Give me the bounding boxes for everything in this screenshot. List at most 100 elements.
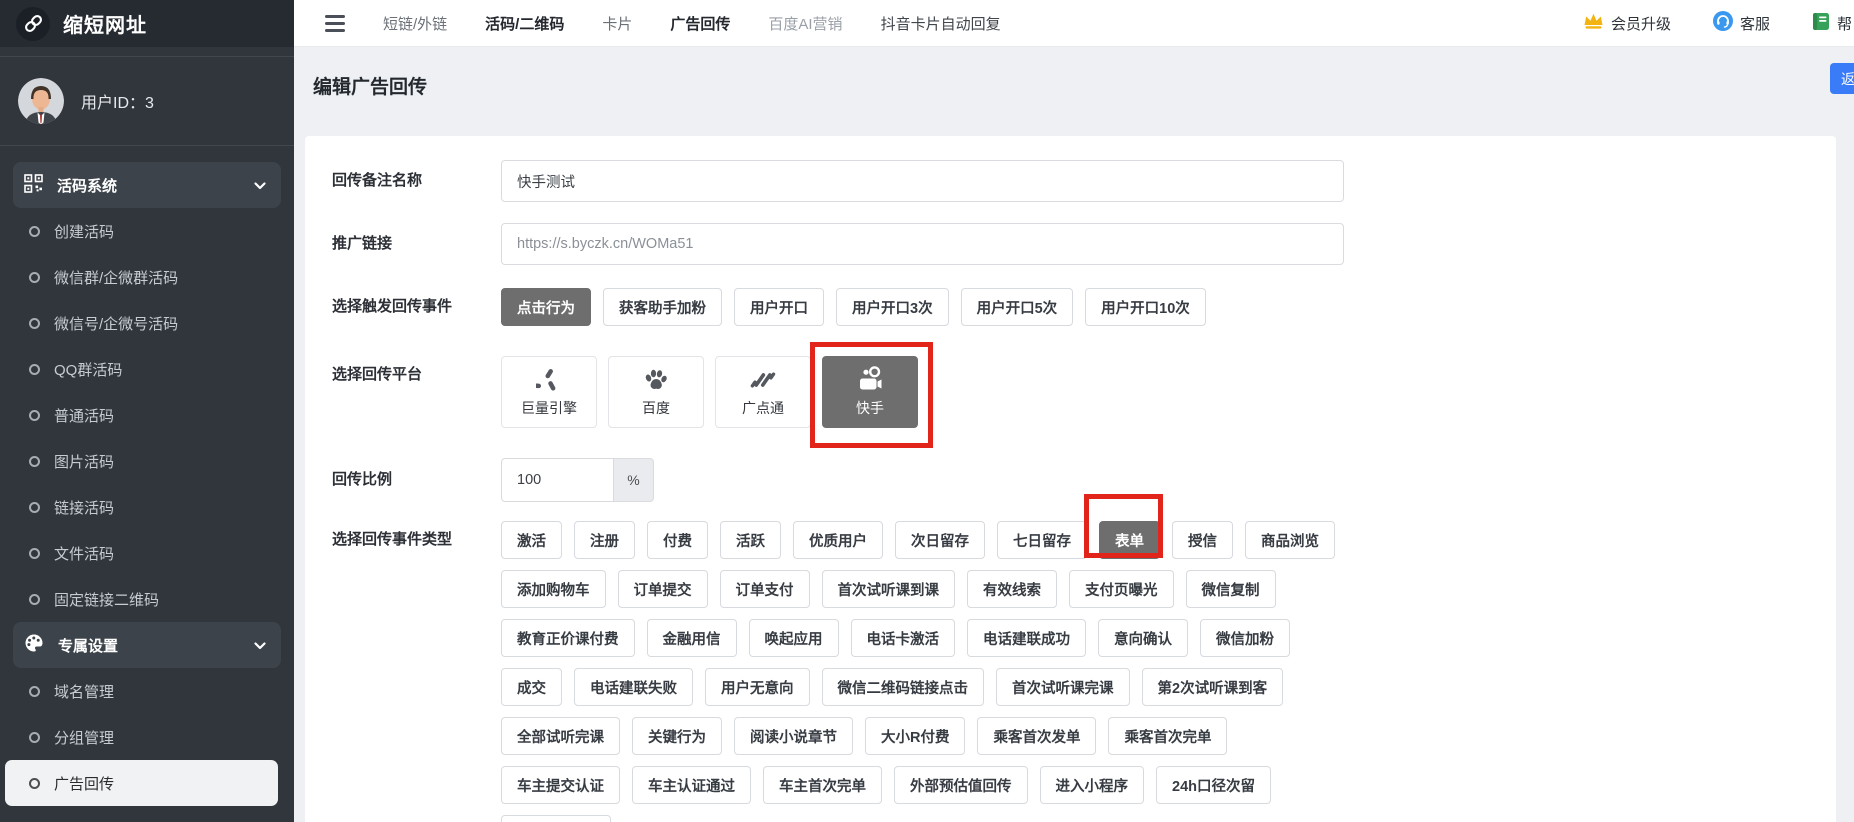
- platform-tile-巨量引擎[interactable]: 巨量引擎: [501, 356, 597, 428]
- topnav-item[interactable]: 卡片: [602, 13, 632, 34]
- event-option-电话建联成功[interactable]: 电话建联成功: [967, 619, 1086, 657]
- sidebar-item-文件活码[interactable]: 文件活码: [0, 530, 294, 576]
- trigger-option-获客助手加粉[interactable]: 获客助手加粉: [603, 288, 722, 326]
- sidebar-item-创建活码[interactable]: 创建活码: [0, 208, 294, 254]
- trigger-option-用户开口5次[interactable]: 用户开口5次: [961, 288, 1074, 326]
- event-option-付费[interactable]: 付费: [647, 521, 708, 559]
- menu-icon[interactable]: [325, 15, 345, 32]
- sidebar-item-留资报表[interactable]: 留资报表: [0, 806, 294, 822]
- topnav-item[interactable]: 抖音卡片自动回复: [881, 13, 1001, 34]
- event-option-阅读小说章节[interactable]: 阅读小说章节: [734, 717, 853, 755]
- event-option-首次试听课到课[interactable]: 首次试听课到课: [822, 570, 956, 608]
- link-icon: [16, 7, 50, 41]
- event-option-订单提交[interactable]: 订单提交: [618, 570, 708, 608]
- bullet-icon: [29, 410, 40, 421]
- event-option-电话建联失败[interactable]: 电话建联失败: [574, 668, 693, 706]
- topnav-item[interactable]: 百度AI营销: [768, 13, 842, 34]
- user-panel: 用户ID：3: [0, 56, 294, 146]
- event-option-激活[interactable]: 激活: [501, 521, 562, 559]
- event-option-有效线索[interactable]: 有效线索: [967, 570, 1057, 608]
- event-option-微信复制[interactable]: 微信复制: [1186, 570, 1276, 608]
- event-option-教育正价课付费[interactable]: 教育正价课付费: [501, 619, 635, 657]
- bullet-icon: [29, 594, 40, 605]
- platform-tile-广点通[interactable]: 广点通: [715, 356, 811, 428]
- event-option-24h口径次留[interactable]: 24h口径次留: [1156, 766, 1271, 804]
- ratio-input[interactable]: [501, 458, 613, 502]
- event-option-乘客首次发单[interactable]: 乘客首次发单: [977, 717, 1096, 755]
- event-option-进入小程序[interactable]: 进入小程序: [1040, 766, 1145, 804]
- event-option-乘客首次完单[interactable]: 乘客首次完单: [1108, 717, 1227, 755]
- event-option-成交[interactable]: 成交: [501, 668, 562, 706]
- percent-addon: %: [613, 458, 654, 502]
- form-card: 回传备注名称 推广链接 选择触发回传事件 点击行为获客助手加粉用户开口用户开口3…: [305, 136, 1836, 822]
- event-option-车主提交认证[interactable]: 车主提交认证: [501, 766, 620, 804]
- app-brand: 缩短网址: [0, 0, 294, 47]
- main-content: 编辑广告回传 返 回传备注名称 推广链接 选择触发回传事件 点击行为获客助手加粉…: [294, 47, 1854, 822]
- topnav-crown-item[interactable]: 会员升级: [1583, 12, 1671, 34]
- event-option-表单[interactable]: 表单: [1099, 521, 1160, 559]
- event-option-唤起应用[interactable]: 唤起应用: [749, 619, 839, 657]
- event-option-订单支付[interactable]: 订单支付: [720, 570, 810, 608]
- event-option-七日留存[interactable]: 七日留存: [997, 521, 1087, 559]
- sidebar-group-活码系统[interactable]: 活码系统: [13, 162, 281, 208]
- topnav-right-label: 帮: [1837, 13, 1852, 34]
- topnav-book-item[interactable]: 帮: [1812, 12, 1852, 35]
- trigger-option-点击行为[interactable]: 点击行为: [501, 288, 591, 326]
- qr-grid-icon: [24, 174, 43, 197]
- event-option-微信加粉[interactable]: 微信加粉: [1200, 619, 1290, 657]
- headset-icon: [1713, 11, 1733, 35]
- chevron-down-icon: [254, 177, 266, 194]
- event-option-全部试听完课[interactable]: 全部试听完课: [501, 717, 620, 755]
- event-option-partial[interactable]: [501, 815, 611, 822]
- sidebar-group-专属设置[interactable]: 专属设置: [13, 622, 281, 668]
- back-button[interactable]: 返: [1830, 63, 1854, 94]
- sidebar-item-普通活码[interactable]: 普通活码: [0, 392, 294, 438]
- event-option-优质用户[interactable]: 优质用户: [793, 521, 883, 559]
- event-option-车主认证通过[interactable]: 车主认证通过: [632, 766, 751, 804]
- sidebar-item-图片活码[interactable]: 图片活码: [0, 438, 294, 484]
- bullet-icon: [29, 318, 40, 329]
- platform-tile-百度[interactable]: 百度: [608, 356, 704, 428]
- topnav-item[interactable]: 短链/外链: [383, 13, 447, 34]
- event-type-row: 成交电话建联失败用户无意向微信二维码链接点击首次试听课完课第2次试听课到客: [501, 668, 1836, 706]
- event-option-次日留存[interactable]: 次日留存: [895, 521, 985, 559]
- event-option-意向确认[interactable]: 意向确认: [1098, 619, 1188, 657]
- event-option-活跃[interactable]: 活跃: [720, 521, 781, 559]
- event-option-商品浏览[interactable]: 商品浏览: [1245, 521, 1335, 559]
- sidebar-menu: 活码系统创建活码微信群/企微群活码微信号/企微号活码QQ群活码普通活码图片活码链…: [0, 146, 294, 822]
- platform-tile-快手[interactable]: 快手: [822, 356, 918, 428]
- event-option-第2次试听课到客[interactable]: 第2次试听课到客: [1142, 668, 1284, 706]
- topnav-headset-item[interactable]: 客服: [1713, 11, 1770, 35]
- trigger-option-用户开口3次[interactable]: 用户开口3次: [836, 288, 949, 326]
- event-option-首次试听课完课[interactable]: 首次试听课完课: [996, 668, 1130, 706]
- sidebar-item-label: 域名管理: [54, 681, 114, 702]
- trigger-option-用户开口[interactable]: 用户开口: [734, 288, 824, 326]
- sidebar-item-链接活码[interactable]: 链接活码: [0, 484, 294, 530]
- event-option-添加购物车[interactable]: 添加购物车: [501, 570, 606, 608]
- sidebar-item-广告回传[interactable]: 广告回传: [5, 760, 278, 806]
- sidebar-item-微信号/企微号活码[interactable]: 微信号/企微号活码: [0, 300, 294, 346]
- sidebar-item-分组管理[interactable]: 分组管理: [0, 714, 294, 760]
- event-option-车主首次完单[interactable]: 车主首次完单: [763, 766, 882, 804]
- event-option-关键行为[interactable]: 关键行为: [632, 717, 722, 755]
- event-option-支付页曝光[interactable]: 支付页曝光: [1069, 570, 1174, 608]
- sidebar-item-微信群/企微群活码[interactable]: 微信群/企微群活码: [0, 254, 294, 300]
- promo-link-input[interactable]: [501, 223, 1344, 265]
- topnav-item[interactable]: 广告回传: [670, 13, 730, 34]
- sidebar-item-域名管理[interactable]: 域名管理: [0, 668, 294, 714]
- remark-label: 回传备注名称: [332, 160, 422, 202]
- remark-input[interactable]: [501, 160, 1344, 202]
- topnav-item[interactable]: 活码/二维码: [485, 13, 564, 34]
- sidebar-item-label: 固定链接二维码: [54, 589, 159, 610]
- event-option-大小R付费[interactable]: 大小R付费: [865, 717, 965, 755]
- event-option-外部预估值回传[interactable]: 外部预估值回传: [894, 766, 1028, 804]
- event-option-微信二维码链接点击[interactable]: 微信二维码链接点击: [822, 668, 985, 706]
- event-option-授信[interactable]: 授信: [1172, 521, 1233, 559]
- trigger-option-用户开口10次[interactable]: 用户开口10次: [1085, 288, 1206, 326]
- sidebar-item-QQ群活码[interactable]: QQ群活码: [0, 346, 294, 392]
- sidebar-item-固定链接二维码[interactable]: 固定链接二维码: [0, 576, 294, 622]
- event-option-注册[interactable]: 注册: [574, 521, 635, 559]
- event-option-用户无意向[interactable]: 用户无意向: [705, 668, 810, 706]
- event-option-金融用信[interactable]: 金融用信: [647, 619, 737, 657]
- event-option-电话卡激活[interactable]: 电话卡激活: [851, 619, 956, 657]
